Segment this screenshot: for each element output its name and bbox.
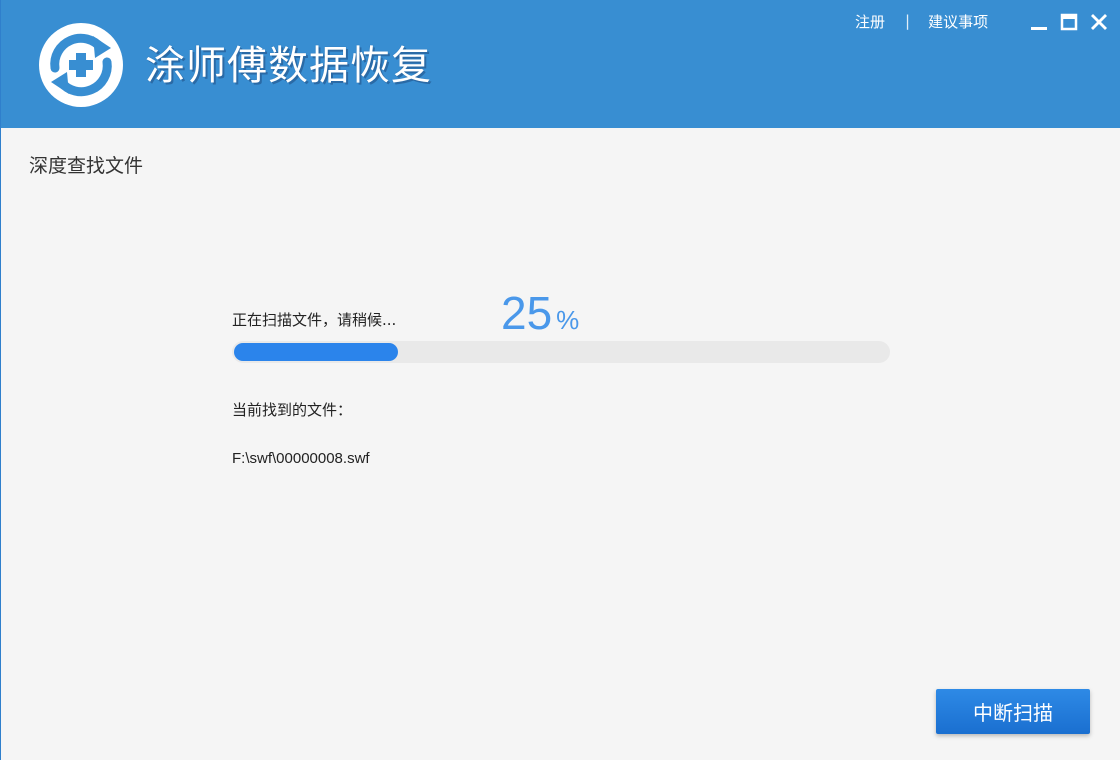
- link-separator: |: [905, 12, 911, 30]
- register-link[interactable]: 注册: [855, 11, 885, 32]
- close-icon[interactable]: [1087, 10, 1111, 34]
- progress-bar: [232, 341, 890, 363]
- minimize-icon[interactable]: [1027, 10, 1051, 34]
- feedback-link[interactable]: 建议事项: [928, 11, 988, 32]
- title-bar: 涂师傅数据恢复 注册 | 建议事项: [1, 0, 1120, 128]
- app-window: 涂师傅数据恢复 注册 | 建议事项 深度查找文件 正在扫描文件，请稍候... 2…: [0, 0, 1120, 760]
- maximize-icon[interactable]: [1057, 10, 1081, 34]
- scan-status-label: 正在扫描文件，请稍候...: [232, 311, 397, 329]
- window-controls: [1027, 10, 1111, 34]
- progress-bar-fill: [234, 343, 398, 361]
- stop-scan-button[interactable]: 中断扫描: [936, 689, 1090, 734]
- section-title: 深度查找文件: [29, 155, 144, 177]
- percent-sign: %: [556, 305, 580, 335]
- app-title: 涂师傅数据恢复: [145, 43, 432, 89]
- top-links: 注册 | 建议事项: [855, 10, 988, 32]
- refresh-plus-icon: [39, 23, 123, 107]
- progress-percent: 25%: [501, 286, 579, 340]
- progress-percent-value: 25: [501, 287, 553, 339]
- found-files-label: 当前找到的文件：: [232, 401, 353, 419]
- current-file-path: F:\swf\00000008.swf: [232, 450, 370, 467]
